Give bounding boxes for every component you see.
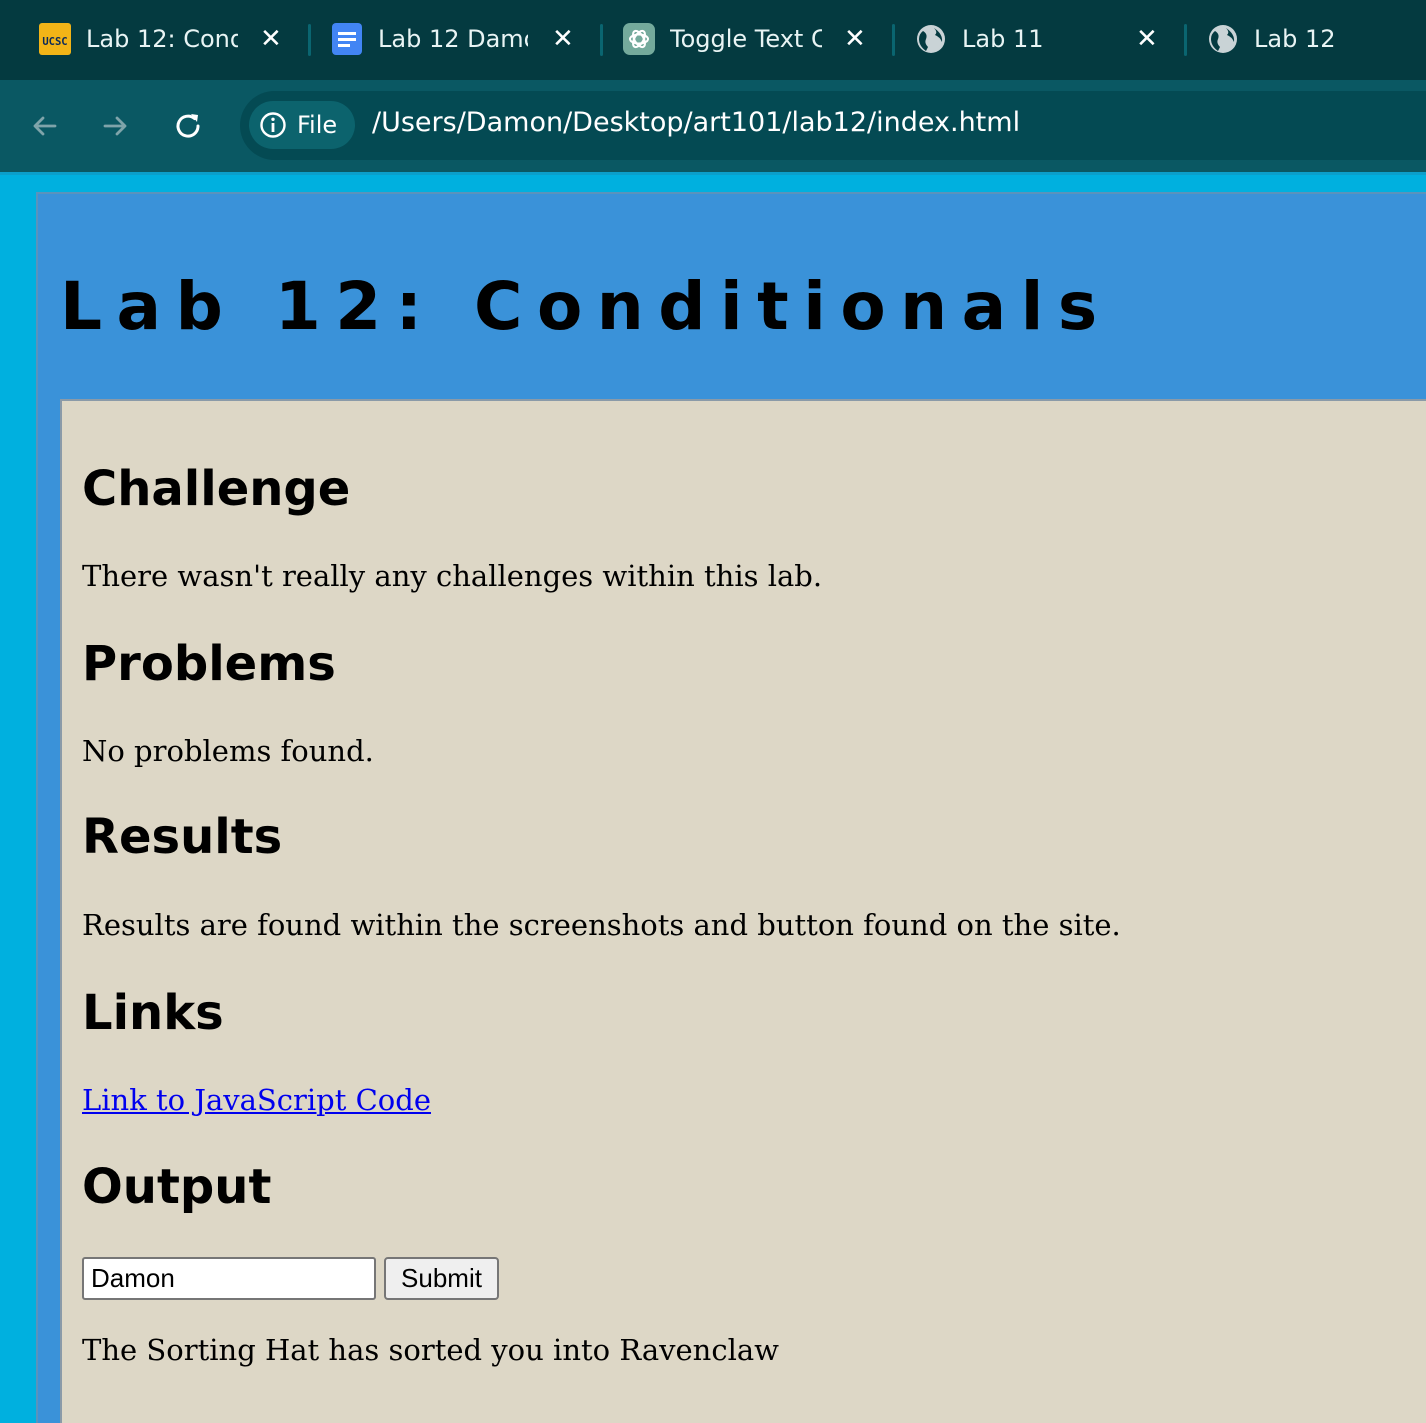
tab-title: Lab 12 Damo <box>378 25 528 53</box>
tab-lab11[interactable]: Lab 11 ✕ <box>914 14 1174 64</box>
tab-title: Lab 11 <box>962 25 1044 53</box>
browser-toolbar: File /Users/Damon/Desktop/art101/lab12/i… <box>0 80 1426 172</box>
submit-button[interactable]: Submit <box>384 1257 499 1300</box>
close-tab-icon[interactable]: ✕ <box>552 26 574 52</box>
globe-icon <box>1206 22 1240 56</box>
tab-lab12[interactable]: Lab 12 <box>1206 14 1426 64</box>
links-heading: Links <box>82 985 224 1041</box>
google-docs-icon <box>330 22 364 56</box>
problems-text: No problems found. <box>82 734 374 768</box>
address-bar[interactable]: File /Users/Damon/Desktop/art101/lab12/i… <box>240 91 1426 160</box>
tab-title: Lab 12: Cond <box>86 25 238 53</box>
reload-button[interactable] <box>166 104 210 148</box>
tab-lab12-conditionals[interactable]: UCSC Lab 12: Cond ✕ <box>38 14 298 64</box>
results-text: Results are found within the screenshots… <box>82 908 1121 942</box>
toolbar-divider <box>0 172 1426 175</box>
tab-separator <box>892 24 895 56</box>
reload-icon <box>176 114 200 138</box>
javascript-code-link[interactable]: Link to JavaScript Code <box>82 1083 431 1117</box>
challenge-text: There wasn't really any challenges withi… <box>82 559 823 593</box>
site-info-button[interactable]: File <box>249 101 355 149</box>
tab-strip: UCSC Lab 12: Cond ✕ Lab 12 Damo ✕ Toggle… <box>0 0 1426 80</box>
chatgpt-icon <box>622 22 656 56</box>
ucsc-logo-icon: UCSC <box>38 22 72 56</box>
problems-heading: Problems <box>82 636 336 692</box>
arrow-left-icon <box>33 116 57 136</box>
name-input[interactable] <box>82 1257 376 1300</box>
tab-separator <box>600 24 603 56</box>
output-heading: Output <box>82 1159 272 1215</box>
content-panel: Challenge There wasn't really any challe… <box>60 399 1426 1423</box>
page-frame: Lab 12: Conditionals Challenge There was… <box>36 192 1426 1423</box>
tab-separator <box>1184 24 1187 56</box>
close-tab-icon[interactable]: ✕ <box>844 26 866 52</box>
svg-text:UCSC: UCSC <box>42 36 67 48</box>
arrow-right-icon <box>103 116 127 136</box>
page-title: Lab 12: Conditionals <box>60 268 1112 345</box>
tab-separator <box>308 24 311 56</box>
info-icon <box>260 112 286 138</box>
forward-button[interactable] <box>94 104 138 148</box>
site-info-label: File <box>297 111 338 139</box>
back-button[interactable] <box>22 104 66 148</box>
tab-toggle-text[interactable]: Toggle Text C ✕ <box>622 14 882 64</box>
challenge-heading: Challenge <box>82 461 351 517</box>
tab-title: Toggle Text C <box>670 25 822 53</box>
sorting-result-text: The Sorting Hat has sorted you into Rave… <box>82 1333 779 1367</box>
globe-icon <box>914 22 948 56</box>
results-heading: Results <box>82 809 283 865</box>
tab-lab12-damon[interactable]: Lab 12 Damo ✕ <box>330 14 590 64</box>
close-tab-icon[interactable]: ✕ <box>1136 26 1158 52</box>
tab-title: Lab 12 <box>1254 25 1336 53</box>
close-tab-icon[interactable]: ✕ <box>260 26 282 52</box>
url-text[interactable]: /Users/Damon/Desktop/art101/lab12/index.… <box>372 107 1020 138</box>
